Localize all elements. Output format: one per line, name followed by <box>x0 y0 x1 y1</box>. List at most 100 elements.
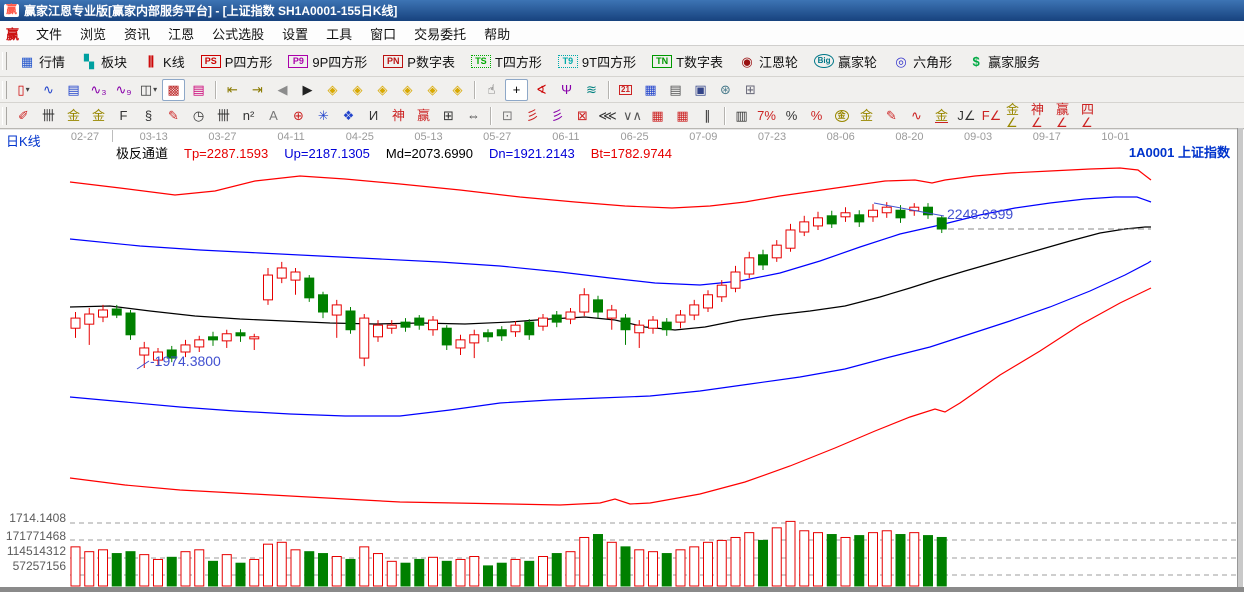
blue-curve-tool-icon[interactable]: ∿ <box>37 79 60 101</box>
menu-公式选股[interactable]: 公式选股 <box>203 26 273 43</box>
save-disk-icon[interactable]: ▣ <box>689 79 712 101</box>
price-scale-tool-icon[interactable]: ▥ <box>730 105 753 127</box>
grid-red-arrow-icon[interactable]: ▦ <box>671 105 694 127</box>
gann-fan-x-box-icon[interactable]: ⊠ <box>571 105 594 127</box>
menu-设置[interactable]: 设置 <box>273 26 317 43</box>
wave-count-3-icon[interactable]: ∿₃ <box>87 79 110 101</box>
info-document-icon[interactable]: ▤ <box>62 79 85 101</box>
prev-page-icon[interactable]: ◀ <box>271 79 294 101</box>
gold-angle-icon[interactable]: 金∠ <box>1005 105 1028 127</box>
data-transfer-icon[interactable]: ⊞ <box>739 79 762 101</box>
star-burst-blue-icon[interactable]: ✳ <box>312 105 335 127</box>
quotes-button[interactable]: ▦行情 <box>11 47 73 75</box>
9p-square-button[interactable]: P99P四方形 <box>280 47 375 75</box>
win-angle-icon[interactable]: 赢∠ <box>1055 105 1078 127</box>
menu-江恩[interactable]: 江恩 <box>159 26 203 43</box>
trend-arrows-icon[interactable]: ⋘ <box>596 105 619 127</box>
circle-cross-red-icon[interactable]: ⊕ <box>287 105 310 127</box>
calculator-icon[interactable]: ▦ <box>639 79 662 101</box>
gann-tool-purple-icon[interactable]: Ψ <box>555 79 578 101</box>
gann-fan-red-icon[interactable]: 彡 <box>521 105 544 127</box>
flag-pencil-icon[interactable]: ✎ <box>880 105 903 127</box>
winner-wheel-button[interactable]: Big赢家轮 <box>806 47 885 75</box>
menu-交易委托[interactable]: 交易委托 <box>405 26 475 43</box>
four-angle-icon[interactable]: 四∠ <box>1080 105 1103 127</box>
pattern-box-icon[interactable]: ▩ <box>162 79 185 101</box>
time-cycle-clock-icon[interactable]: ◷ <box>187 105 210 127</box>
grid-star-box-icon[interactable]: ❖ <box>337 105 360 127</box>
f-angle-icon[interactable]: F∠ <box>980 105 1003 127</box>
angle-measure-icon[interactable]: ∢ <box>530 79 553 101</box>
fibonacci-ruler-icon[interactable]: F <box>112 105 135 127</box>
eraser-knife-icon[interactable]: ✐ <box>12 105 35 127</box>
percent-red-icon[interactable]: % <box>805 105 828 127</box>
gann-ruler-icon[interactable]: 卌 <box>37 105 60 127</box>
gold-ruler-1-icon[interactable]: 金 <box>62 105 85 127</box>
t-square-button[interactable]: TST四方形 <box>463 47 550 75</box>
shen-ruler-icon[interactable]: 神 <box>387 105 410 127</box>
menu-资讯[interactable]: 资讯 <box>115 26 159 43</box>
menu-窗口[interactable]: 窗口 <box>361 26 405 43</box>
zigzag-wave-icon[interactable]: ∨∧ <box>621 105 644 127</box>
winner-service-button[interactable]: $赢家服务 <box>960 47 1048 75</box>
thin-candle-dropdown-dropdown-arrow[interactable]: ▾ <box>153 86 157 94</box>
red-marker-icon[interactable]: ✎ <box>162 105 185 127</box>
red-wave-icon[interactable]: ∿ <box>905 105 928 127</box>
box-corner-tool-icon[interactable]: ⊡ <box>496 105 519 127</box>
t-number-table-button[interactable]: TNT数字表 <box>644 47 731 75</box>
gann-diamond-left-icon[interactable]: ◈ <box>321 79 344 101</box>
kline-style-dropdown-dropdown-arrow[interactable]: ▾ <box>26 86 30 94</box>
wave-count-9-icon[interactable]: ∿₉ <box>112 79 135 101</box>
gold-underline-icon[interactable]: 金 <box>930 105 953 127</box>
menu-帮助[interactable]: 帮助 <box>475 26 519 43</box>
save-web-icon[interactable]: ⊛ <box>714 79 737 101</box>
menu-浏览[interactable]: 浏览 <box>71 26 115 43</box>
kline-button[interactable]: ⫼K线 <box>135 47 193 75</box>
gold-circle-icon[interactable]: 金 <box>830 105 853 127</box>
gold-ruler-2-icon[interactable]: 金 <box>87 105 110 127</box>
j-angle-icon[interactable]: J∠ <box>955 105 978 127</box>
grid-123-icon[interactable]: ⊞ <box>437 105 460 127</box>
kline-style-dropdown-icon[interactable]: ▯▾ <box>12 79 35 101</box>
gold-level-lines-icon[interactable]: 金 <box>855 105 878 127</box>
menu-文件[interactable]: 文件 <box>27 26 71 43</box>
p-square-button[interactable]: PSP四方形 <box>193 47 281 75</box>
p-number-table-button[interactable]: PNP数字表 <box>375 47 463 75</box>
pan-hand-icon[interactable]: ☝ <box>480 79 503 101</box>
candle-9 <box>195 336 204 352</box>
grid-red-icon[interactable]: ▦ <box>646 105 669 127</box>
chart-region[interactable]: 极反通道Tp=2287.1593Up=2187.1305Md=2073.6990… <box>0 142 1244 592</box>
menu-工具[interactable]: 工具 <box>317 26 361 43</box>
gann-wheel-button[interactable]: ◉江恩轮 <box>731 47 806 75</box>
cycle-scribble-icon[interactable]: ≋ <box>580 79 603 101</box>
win-ruler-icon[interactable]: 赢 <box>412 105 435 127</box>
gann-diamond-expand-icon[interactable]: ◈ <box>446 79 469 101</box>
ruler-2-icon[interactable]: 卌 <box>212 105 235 127</box>
n-square-icon[interactable]: n² <box>237 105 260 127</box>
shen-angle-icon[interactable]: 神∠ <box>1030 105 1053 127</box>
9t-square-button[interactable]: T99T四方形 <box>550 47 644 75</box>
gann-diamond-cross-icon[interactable]: ◈ <box>396 79 419 101</box>
first-page-icon[interactable]: ⇤ <box>221 79 244 101</box>
percent-line-red-icon[interactable]: 7% <box>755 105 778 127</box>
k-mark-icon[interactable]: И <box>362 105 385 127</box>
calendar-21-icon[interactable]: 21 <box>614 79 637 101</box>
spiral-tool-icon[interactable]: § <box>137 105 160 127</box>
kline-chart-canvas[interactable]: 2248.9399-1974.3800 <box>0 142 1244 592</box>
span-arrow-icon[interactable]: ⇔ <box>462 105 485 127</box>
a-line-icon[interactable]: A <box>262 105 285 127</box>
crosshair-icon[interactable]: + <box>505 79 528 101</box>
percent-tool-icon[interactable]: % <box>780 105 803 127</box>
sectors-button[interactable]: ▚板块 <box>73 47 135 75</box>
last-page-icon[interactable]: ⇥ <box>246 79 269 101</box>
gann-diamond-star-icon[interactable]: ◈ <box>421 79 444 101</box>
parallel-lines-icon[interactable]: ∥ <box>696 105 719 127</box>
gann-diamond-horizontal-icon[interactable]: ◈ <box>371 79 394 101</box>
thin-candle-dropdown-icon[interactable]: ◫▾ <box>137 79 160 101</box>
notepad-icon[interactable]: ▤ <box>664 79 687 101</box>
gann-fan-box-purple-icon[interactable]: 彡 <box>546 105 569 127</box>
gann-diamond-right-icon[interactable]: ◈ <box>346 79 369 101</box>
next-page-icon[interactable]: ▶ <box>296 79 319 101</box>
hexagon-button[interactable]: ◎六角形 <box>885 47 960 75</box>
volume-profile-icon[interactable]: ▤ <box>187 79 210 101</box>
